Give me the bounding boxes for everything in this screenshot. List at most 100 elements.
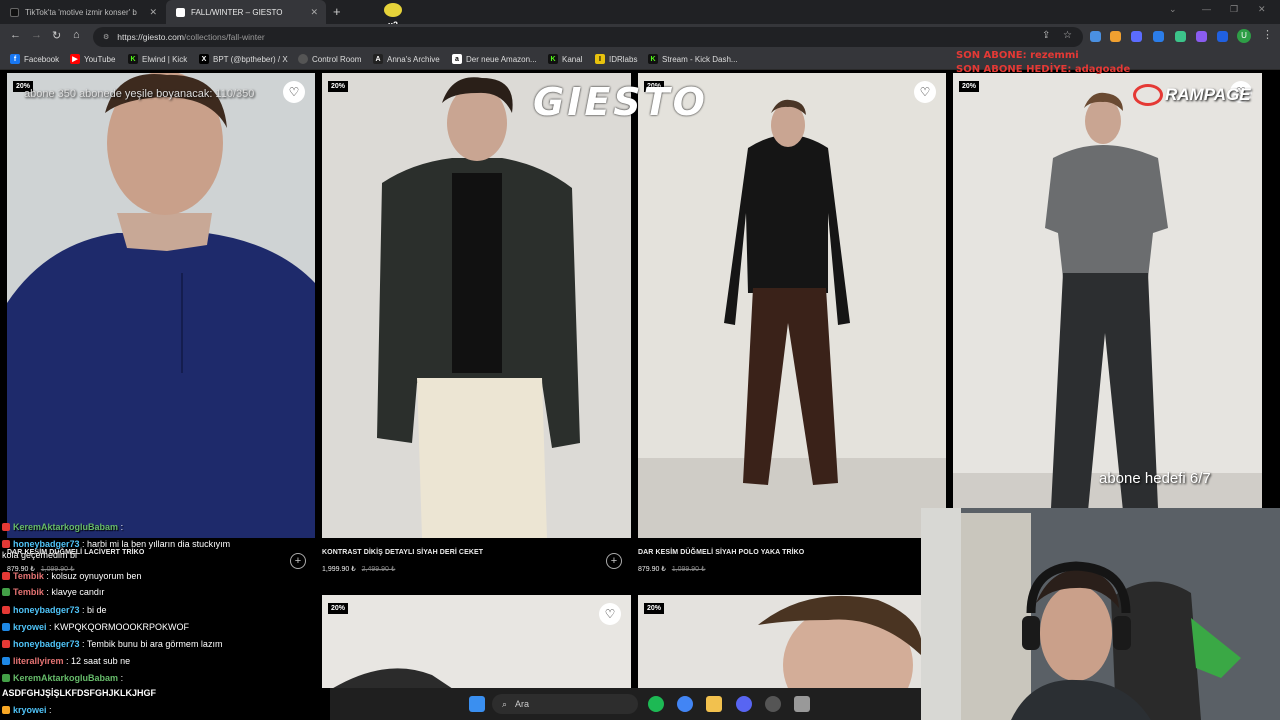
discount-badge: 20% (328, 81, 349, 92)
extension-icon[interactable] (1196, 31, 1207, 42)
address-bar[interactable]: ⚙ https://giesto.com /collections/fall-w… (93, 27, 1083, 47)
product-card[interactable]: 20% ♡ (7, 73, 315, 538)
badge-icon (2, 657, 10, 665)
stream-chat: KeremAktarkogluBabam : honeybadger73 : h… (0, 519, 330, 719)
wishlist-heart-icon[interactable]: ♡ (283, 81, 305, 103)
calculator-icon[interactable] (794, 696, 810, 712)
product-photo[interactable] (638, 73, 946, 538)
x-icon: X (199, 54, 209, 64)
tab-giesto[interactable]: FALL/WINTER – GIESTO ✕ (166, 0, 326, 24)
menu-icon[interactable]: ⋮ (1262, 28, 1273, 41)
new-tab-button[interactable]: + (333, 4, 341, 19)
wishlist-heart-icon[interactable]: ♡ (599, 603, 621, 625)
product-photo[interactable] (7, 73, 315, 538)
taskbar-search[interactable]: ⌕ Ara (492, 694, 638, 714)
close-tab-icon[interactable]: ✕ (149, 7, 157, 18)
kick-icon: K (548, 54, 558, 64)
site-info-icon[interactable]: ⚙ (103, 33, 109, 41)
chat-message: Tembik : klavye candır (2, 587, 104, 597)
badge-icon (2, 540, 10, 548)
profile-avatar[interactable]: U (1237, 29, 1251, 43)
tab-tiktok[interactable]: TikTok'ta 'motive izmir konser' b ✕ (0, 0, 165, 24)
chat-message: kola geçemedim bi (2, 550, 78, 560)
discord-icon[interactable] (736, 696, 752, 712)
product-name[interactable]: DAR KESİM DÜĞMELİ SİYAH POLO YAKA TRİKO (638, 549, 804, 556)
minimize-icon[interactable]: — (1202, 4, 1211, 14)
chevron-down-icon[interactable]: ⌄ (1169, 4, 1177, 15)
bookmark-facebook[interactable]: f Facebook (10, 54, 59, 64)
badge-icon (2, 640, 10, 648)
product-card[interactable]: 20% ♡ (953, 73, 1262, 538)
old-price: 2,499.90 ₺ (361, 566, 396, 573)
chat-message: ASDFGHJŞİŞLKFDSFGHJKLKJHGF (2, 688, 157, 698)
chrome-icon[interactable] (677, 696, 693, 712)
rampage-brand: RAMPAGE (1133, 84, 1251, 106)
url-host: https://giesto.com (117, 32, 184, 42)
giesto-favicon-icon (176, 7, 185, 17)
close-tab-icon[interactable]: ✕ (310, 7, 318, 18)
file-explorer-icon[interactable] (706, 696, 722, 712)
extension-icon[interactable] (1175, 31, 1186, 42)
discount-badge: 20% (644, 603, 665, 614)
product-price: 879.90 ₺ 1,099.90 ₺ (638, 566, 706, 573)
emote-icon (384, 3, 402, 17)
forward-icon[interactable]: → (31, 29, 42, 41)
url-path: /collections/fall-winter (183, 32, 265, 42)
windows-start-icon[interactable] (469, 696, 485, 712)
badge-icon (2, 523, 10, 531)
share-icon[interactable]: ⇪ (1042, 30, 1053, 41)
last-sub-label: SON ABONE: rezemmi (956, 50, 1079, 61)
back-icon[interactable]: ← (10, 29, 21, 41)
product-photo[interactable] (322, 73, 631, 538)
product-photo[interactable] (322, 595, 631, 688)
reload-icon[interactable]: ↻ (52, 29, 61, 42)
bookmark-kanal[interactable]: K Kanal (548, 54, 582, 64)
extension-icon[interactable] (1153, 31, 1164, 42)
chat-message: honeybadger73 : harbi mi la ben yılların… (2, 539, 230, 549)
bookmark-annas-archive[interactable]: A Anna's Archive (373, 54, 440, 64)
home-icon[interactable]: ⌂ (73, 29, 80, 41)
maximize-icon[interactable]: ❐ (1230, 4, 1238, 15)
bookmark-x[interactable]: X BPT (@bptheber) / X (199, 54, 288, 64)
steam-icon[interactable] (765, 696, 781, 712)
bookmark-elwind-kick[interactable]: K Elwind | Kick (128, 54, 187, 64)
product-price: 1,999.90 ₺ 2,499.90 ₺ (322, 566, 396, 573)
rampage-logo-icon (1133, 84, 1163, 106)
bookmark-kick-dashboard[interactable]: K Stream - Kick Dash... (648, 54, 738, 64)
add-to-cart-icon[interactable]: + (606, 553, 622, 569)
bookmark-amazon[interactable]: a Der neue Amazon... (452, 54, 537, 64)
bookmark-idrlabs[interactable]: I IDRlabs (595, 54, 637, 64)
subscriber-goal-top: abone 350 abonede yeşile boyanacak: 110/… (24, 88, 255, 100)
wishlist-heart-icon[interactable]: ♡ (914, 81, 936, 103)
product-card[interactable]: 20% (322, 73, 631, 538)
chat-message: KeremAktarkogluBabam : (2, 522, 123, 532)
product-card[interactable]: 20% (638, 595, 921, 688)
chat-message: KeremAktarkogluBabam : (2, 673, 123, 683)
product-name[interactable]: KONTRAST DİKİŞ DETAYLI SİYAH DERİ CEKET (322, 549, 483, 556)
bookmark-control-room[interactable]: Control Room (298, 54, 361, 64)
extension-icon[interactable] (1110, 31, 1121, 42)
extension-icon[interactable] (1090, 31, 1101, 42)
tab-title: FALL/WINTER – GIESTO (191, 7, 283, 17)
extension-icon[interactable] (1131, 31, 1142, 42)
bookmark-youtube[interactable]: ▶ YouTube (70, 54, 115, 64)
chat-message: honeybadger73 : Tembik bunu bi ara görme… (2, 639, 222, 649)
product-image (7, 73, 315, 538)
product-card[interactable]: 20% ♡ (638, 73, 946, 538)
badge-icon (2, 572, 10, 580)
webcam-image (921, 508, 1280, 720)
sidepanel-icon[interactable] (1217, 31, 1228, 42)
close-window-icon[interactable]: ✕ (1258, 4, 1266, 15)
product-photo[interactable] (953, 73, 1262, 538)
product-image (638, 73, 946, 538)
idrlabs-icon: I (595, 54, 605, 64)
product-card[interactable]: 20% ♡ (322, 595, 631, 688)
badge-icon (2, 606, 10, 614)
annas-archive-icon: A (373, 54, 383, 64)
product-photo[interactable] (638, 595, 921, 688)
giesto-logo[interactable]: GIESTO (533, 80, 708, 124)
bookmark-icon[interactable]: ☆ (1063, 30, 1074, 41)
product-image (953, 73, 1262, 538)
spotify-icon[interactable] (648, 696, 664, 712)
webcam-feed (921, 508, 1280, 720)
